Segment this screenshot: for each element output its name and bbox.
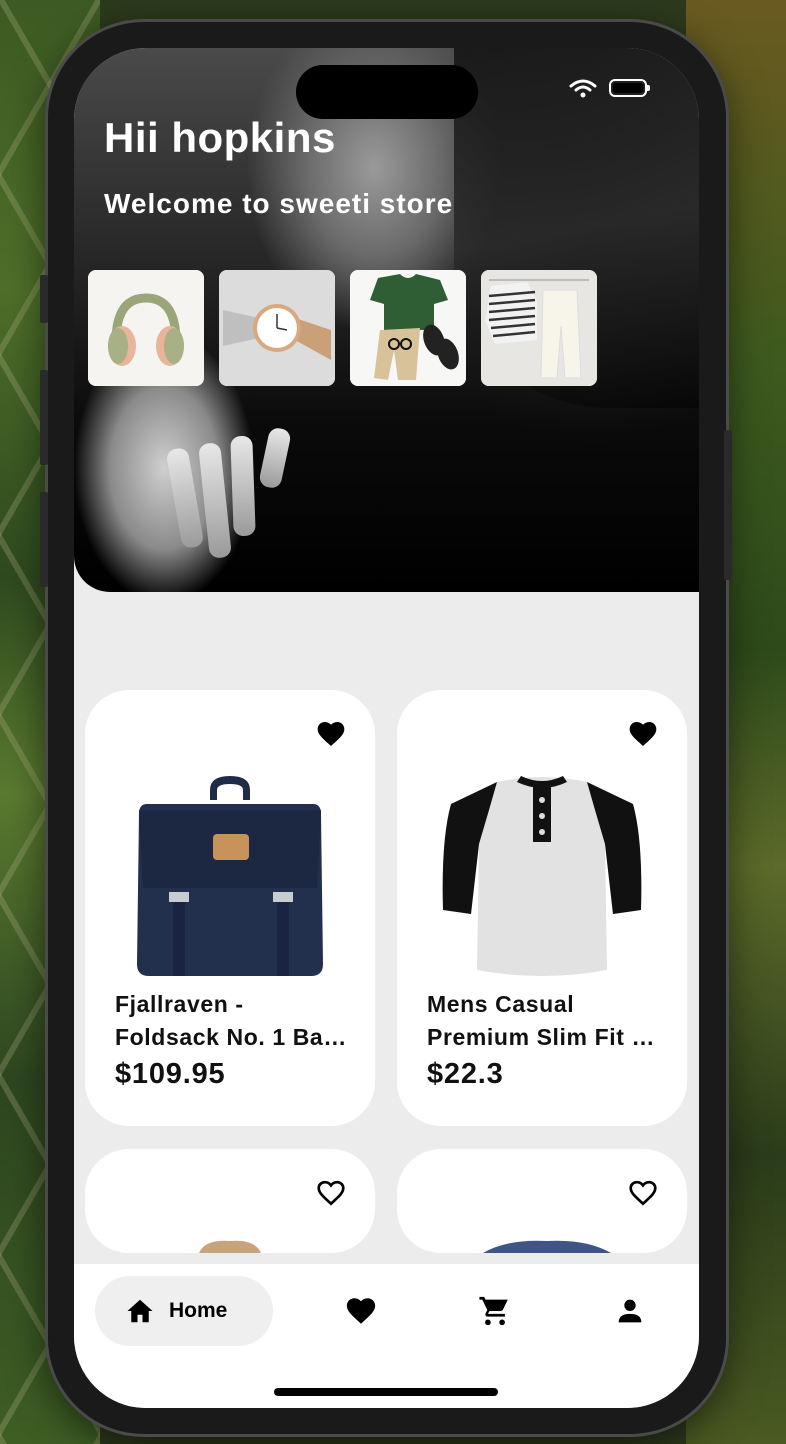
person-icon[interactable] [613,1294,647,1328]
heart-icon[interactable] [344,1294,378,1328]
cart-icon[interactable] [478,1294,512,1328]
nav-home-label: Home [169,1299,228,1322]
favorite-outline-heart-icon[interactable] [627,1177,659,1209]
greeting-title: Hii hopkins [104,114,336,161]
hero-photo-hand [198,442,232,559]
hero-photo-hand [258,426,292,490]
thumbnail-clothes-rack[interactable] [481,270,597,386]
clothes-rack-image [481,270,597,386]
product-name: Fjallraven - Foldsack No. 1 Backpack, Fi… [115,988,353,1054]
home-icon [127,1299,153,1323]
product-image [397,770,687,980]
favorite-filled-heart-icon[interactable] [627,718,659,750]
product-price: $109.95 [115,1058,226,1090]
mute-switch [40,275,48,323]
hero-banner: Hii hopkins Welcome to sweeti store [74,48,699,592]
thumbnail-watch[interactable] [219,270,335,386]
app-screen: Hii hopkins Welcome to sweeti store Fjal… [74,48,699,1408]
product-image [85,770,375,980]
hero-photo-hand [230,435,256,537]
product-price: $22.3 [427,1058,504,1090]
backpack-image [137,776,323,976]
thumbnail-headphones[interactable] [88,270,204,386]
dynamic-island [296,65,478,119]
favorite-outline-heart-icon[interactable] [315,1177,347,1209]
product-card[interactable] [85,1149,375,1253]
battery-icon [609,79,650,97]
product-image [199,1240,261,1253]
product-card[interactable]: Fjallraven - Foldsack No. 1 Backpack, Fi… [85,690,375,1126]
headphones-image [88,270,204,386]
thumbnail-outfit[interactable] [350,270,466,386]
product-name: Mens Casual Premium Slim Fit T-Shirts [427,988,665,1054]
welcome-subtitle: Welcome to sweeti store [104,188,454,219]
product-name-line2: Foldsack No. 1 Backpack, Fits 15 Laptops [115,1024,353,1050]
home-indicator[interactable] [274,1388,498,1396]
power-button [724,430,732,580]
product-name-line1: Fjallraven - [115,991,244,1017]
wifi-icon [569,79,597,98]
product-image [483,1240,611,1253]
volume-up-button [40,370,48,465]
product-name-line1: Mens Casual [427,991,575,1017]
status-bar [569,78,650,98]
nav-home-tab[interactable]: Home [95,1276,273,1346]
product-name-line2: Premium Slim Fit T-Shirts [427,1024,665,1050]
product-card[interactable] [397,1149,687,1253]
volume-down-button [40,492,48,587]
watch-image [219,270,335,386]
featured-thumbnails [88,270,597,386]
henley-shirt-image [442,776,642,976]
product-card[interactable]: Mens Casual Premium Slim Fit T-Shirts $2… [397,690,687,1126]
hero-photo-hand [165,446,205,550]
outfit-flatlay-image [350,270,466,386]
favorite-filled-heart-icon[interactable] [315,718,347,750]
bottom-nav-bar: Home [74,1264,699,1408]
